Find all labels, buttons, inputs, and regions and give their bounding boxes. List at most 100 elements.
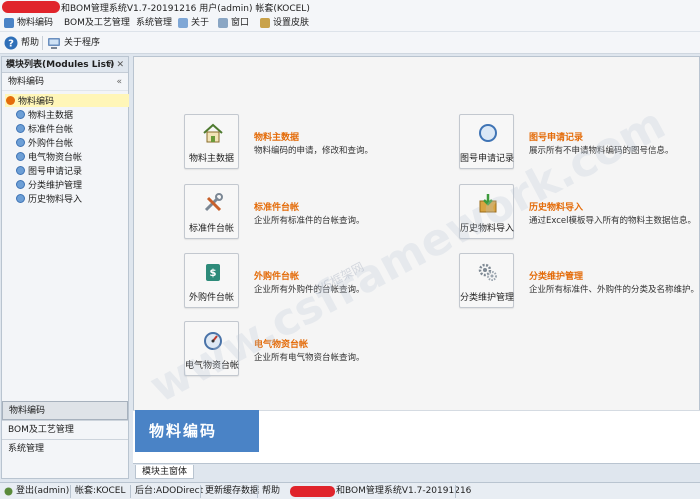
help-icon: ? <box>4 36 18 50</box>
sidebar-controls[interactable]: ⊼ ✕ <box>107 57 124 73</box>
tree-item-label: 历史物料导入 <box>28 195 83 205</box>
module-description: 物料编码的申请，修改和查询。 <box>254 146 374 156</box>
collapse-icon[interactable]: « <box>116 73 122 91</box>
tree-item-standard-parts[interactable]: 标准件台帐 <box>16 122 73 135</box>
nav-group-system[interactable]: 系统管理 <box>2 439 128 458</box>
tile-drawing-requests[interactable]: 图号申请记录 <box>459 114 514 169</box>
tile-material-master[interactable]: 物料主数据 <box>184 114 239 169</box>
menu-label: 设置皮肤 <box>273 18 310 28</box>
account-status: 帐套:KOCEL <box>75 486 126 496</box>
menu-item-bom[interactable]: BOM及工艺管理 <box>64 16 130 30</box>
tree-item-electrical[interactable]: 电气物资台帐 <box>16 150 82 163</box>
node-icon <box>16 166 25 175</box>
module-title: 电气物资台帐 <box>254 340 309 350</box>
about-program-button[interactable]: 关于程序 <box>47 36 100 50</box>
module-sidebar: 模块列表(Modules List) ⊼ ✕ 物料编码 « 物料编码 物料主数据… <box>1 56 129 479</box>
nav-group-bom[interactable]: BOM及工艺管理 <box>2 420 128 439</box>
backend-status: 后台:ADODirect <box>135 486 204 496</box>
menu-item-system[interactable]: 系统管理 <box>136 16 172 30</box>
tree-item-label: 分类维护管理 <box>28 181 83 191</box>
menu-item-material-code[interactable]: 物料编码 <box>4 16 53 30</box>
module-description: 通过Excel模板导入所有的物料主数据信息。 <box>529 216 697 226</box>
logout-icon <box>4 487 13 496</box>
menu-label: 物料编码 <box>17 18 54 28</box>
tree-root-label: 物料编码 <box>18 97 55 107</box>
module-description: 企业所有电气物资台帐查询。 <box>254 353 365 363</box>
tile-history-import[interactable]: 历史物料导入 <box>459 184 514 239</box>
sidebar-header: 模块列表(Modules List) ⊼ ✕ <box>2 57 128 73</box>
tree-item-history-import[interactable]: 历史物料导入 <box>16 192 82 205</box>
refresh-cache-button[interactable]: 更新缓存数据 <box>205 485 259 498</box>
node-icon <box>16 180 25 189</box>
tile-label: 历史物料导入 <box>460 224 515 234</box>
status-separator <box>70 485 71 498</box>
title-bar: 和BOM管理系统V1.7-20191216 用户(admin) 帐套(KOCEL… <box>0 0 700 14</box>
tree-item-label: 物料主数据 <box>28 111 74 121</box>
node-icon <box>16 110 25 119</box>
svg-text:?: ? <box>8 39 14 50</box>
menu-label: 窗口 <box>231 18 250 28</box>
status-separator <box>130 485 131 498</box>
status-bar: 登出(admin) 帐套:KOCEL 后台:ADODirect 更新缓存数据 帮… <box>0 482 700 499</box>
status-separator <box>200 485 201 498</box>
tile-category-maintenance[interactable]: 分类维护管理 <box>459 253 514 308</box>
status-separator <box>455 485 456 498</box>
tree-item-drawing-requests[interactable]: 图号申请记录 <box>16 164 82 177</box>
nav-group-label: BOM及工艺管理 <box>8 425 74 435</box>
module-title: 图号申请记录 <box>529 133 584 143</box>
tile-label: 图号申请记录 <box>460 154 515 164</box>
tree-root-material-code[interactable]: 物料编码 <box>5 94 129 107</box>
module-title: 外购件台帐 <box>254 272 300 282</box>
logout-label: 登出(admin) <box>16 486 70 496</box>
document-tab-strip: 模块主窗体 <box>133 463 700 480</box>
menu-item-skin[interactable]: 设置皮肤 <box>260 16 309 30</box>
nav-group-material-code[interactable]: 物料编码 <box>2 401 128 420</box>
tree-item-category-maintenance[interactable]: 分类维护管理 <box>16 178 82 191</box>
menu-item-about[interactable]: 关于 <box>178 16 209 30</box>
about-program-label: 关于程序 <box>64 38 101 48</box>
tile-label: 物料主数据 <box>188 154 234 164</box>
menu-bar: 物料编码 BOM及工艺管理 系统管理 关于 窗口 设置皮肤 <box>0 14 700 32</box>
module-description: 企业所有外购件的台帐查询。 <box>254 285 365 295</box>
module-title: 分类维护管理 <box>529 272 584 282</box>
gauge-icon <box>204 332 222 350</box>
tree-item-label: 图号申请记录 <box>28 167 83 177</box>
window-title: 和BOM管理系统V1.7-20191216 用户(admin) 帐套(KOCEL… <box>61 4 310 14</box>
module-main-panel: 物料主数据 物料主数据 物料编码的申请，修改和查询。 图号申请记录 图号申请记录… <box>133 56 700 464</box>
node-icon <box>16 152 25 161</box>
tools-icon <box>204 193 223 212</box>
tree-item-purchased-parts[interactable]: 外购件台帐 <box>16 136 73 149</box>
tree-item-label: 外购件台帐 <box>28 139 74 149</box>
tile-purchased-parts[interactable]: $ 外购件台帐 <box>184 253 239 308</box>
tile-label: 标准件台帐 <box>188 224 234 234</box>
svg-text:$: $ <box>210 268 217 279</box>
menu-label: 关于 <box>191 18 210 28</box>
module-title: 历史物料导入 <box>529 203 584 213</box>
nav-group-label: 物料编码 <box>9 406 46 416</box>
gears-icon <box>478 263 497 281</box>
skin-icon <box>260 18 270 28</box>
tree-item-label: 标准件台帐 <box>28 125 74 135</box>
menu-item-window[interactable]: 窗口 <box>218 16 249 30</box>
status-help-button[interactable]: 帮助 <box>262 485 280 498</box>
tile-label: 电气物资台帐 <box>185 361 240 371</box>
tile-electrical[interactable]: 电气物资台帐 <box>184 321 239 376</box>
menu-label: BOM及工艺管理 <box>64 18 130 28</box>
tile-standard-parts[interactable]: 标准件台帐 <box>184 184 239 239</box>
nav-group-label: 系统管理 <box>8 444 45 454</box>
redacted-mark <box>290 486 335 497</box>
import-icon <box>479 194 497 213</box>
group-label: 物料编码 <box>8 77 45 87</box>
logout-button[interactable]: 登出(admin) <box>4 485 69 498</box>
sidebar-title: 模块列表(Modules List) <box>6 60 115 70</box>
node-icon <box>16 138 25 147</box>
node-icon <box>16 124 25 133</box>
tab-module-main[interactable]: 模块主窗体 <box>135 465 195 479</box>
module-description: 展示所有不申请物料编码的图号信息。 <box>529 146 674 156</box>
help-button[interactable]: ? 帮助 <box>4 36 39 50</box>
module-description: 企业所有标准件、外购件的分类及名称维护。 <box>529 285 700 295</box>
tree-item-label: 电气物资台帐 <box>28 153 83 163</box>
tree-item-material-master[interactable]: 物料主数据 <box>16 108 73 121</box>
sidebar-group-header[interactable]: 物料编码 « <box>2 73 128 91</box>
node-icon <box>16 194 25 203</box>
